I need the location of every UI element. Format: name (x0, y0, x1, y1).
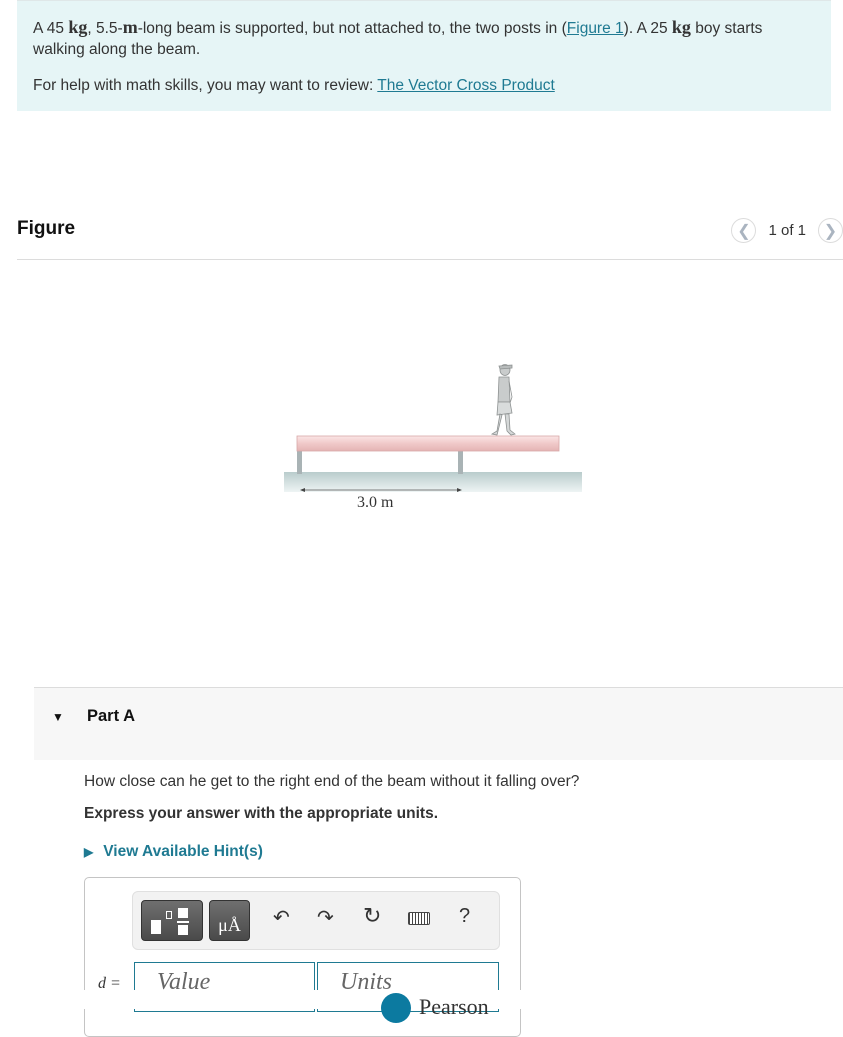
unit-m: m (122, 17, 138, 37)
collapse-caret-icon[interactable]: ▼ (52, 710, 64, 724)
unit-kg: kg (68, 17, 88, 37)
answer-instruction: Express your answer with the appropriate… (84, 805, 439, 822)
templates-icon (142, 901, 202, 940)
vector-cross-product-link[interactable]: The Vector Cross Product (377, 77, 554, 94)
pearson-footer: Pearson (381, 993, 489, 1023)
figure-header: Figure ❮ 1 of 1 ❯ (17, 214, 843, 260)
problem-text: A 45 kg, 5.5-m-long beam is supported, b… (33, 17, 763, 58)
pearson-brand: Pearson (419, 994, 489, 1019)
part-a-header[interactable]: ▼ Part A (34, 687, 843, 760)
chevron-left-icon: ❮ (737, 222, 751, 240)
help-text: For help with math skills, you may want … (33, 77, 555, 94)
question-text: How close can he get to the right end of… (84, 773, 580, 790)
figure-title: Figure (17, 218, 76, 239)
beam (296, 435, 560, 452)
dimension-label: 3.0 m (357, 494, 394, 511)
unit-kg-boy: kg (671, 17, 691, 37)
beam-diagram: 3.0 m (284, 364, 582, 511)
view-hints-label: View Available Hint(s) (103, 843, 263, 860)
templates-button[interactable] (141, 900, 203, 941)
reset-icon[interactable]: ↻ (363, 903, 381, 929)
expand-triangle-icon: ▶ (84, 845, 94, 859)
right-post (458, 449, 463, 474)
pearson-logo-icon (381, 993, 411, 1023)
undo-icon[interactable]: ↶ (273, 905, 290, 930)
view-hints-link[interactable]: ▶ View Available Hint(s) (84, 843, 263, 861)
beam-figure: 3.0 m (280, 355, 590, 520)
left-post (297, 449, 302, 474)
chevron-right-icon: ❯ (823, 222, 838, 240)
help-button[interactable]: ? (459, 905, 470, 928)
figure-link[interactable]: Figure 1 (567, 20, 624, 37)
math-toolbar: μÅ ↶ ↷ ↻ ? (132, 891, 500, 950)
redo-icon[interactable]: ↷ (317, 905, 334, 930)
units-button[interactable]: μÅ (209, 900, 250, 941)
ground (284, 472, 582, 492)
next-figure-button[interactable]: ❯ (818, 218, 843, 243)
prev-figure-button[interactable]: ❮ (731, 218, 757, 243)
figure-pager: ❮ 1 of 1 ❯ (731, 218, 843, 243)
figure-page-indicator: 1 of 1 (768, 222, 806, 239)
boy-figure (490, 364, 516, 436)
part-title: Part A (87, 707, 135, 725)
keyboard-icon[interactable] (408, 912, 430, 925)
problem-statement: A 45 kg, 5.5-m-long beam is supported, b… (17, 0, 831, 111)
